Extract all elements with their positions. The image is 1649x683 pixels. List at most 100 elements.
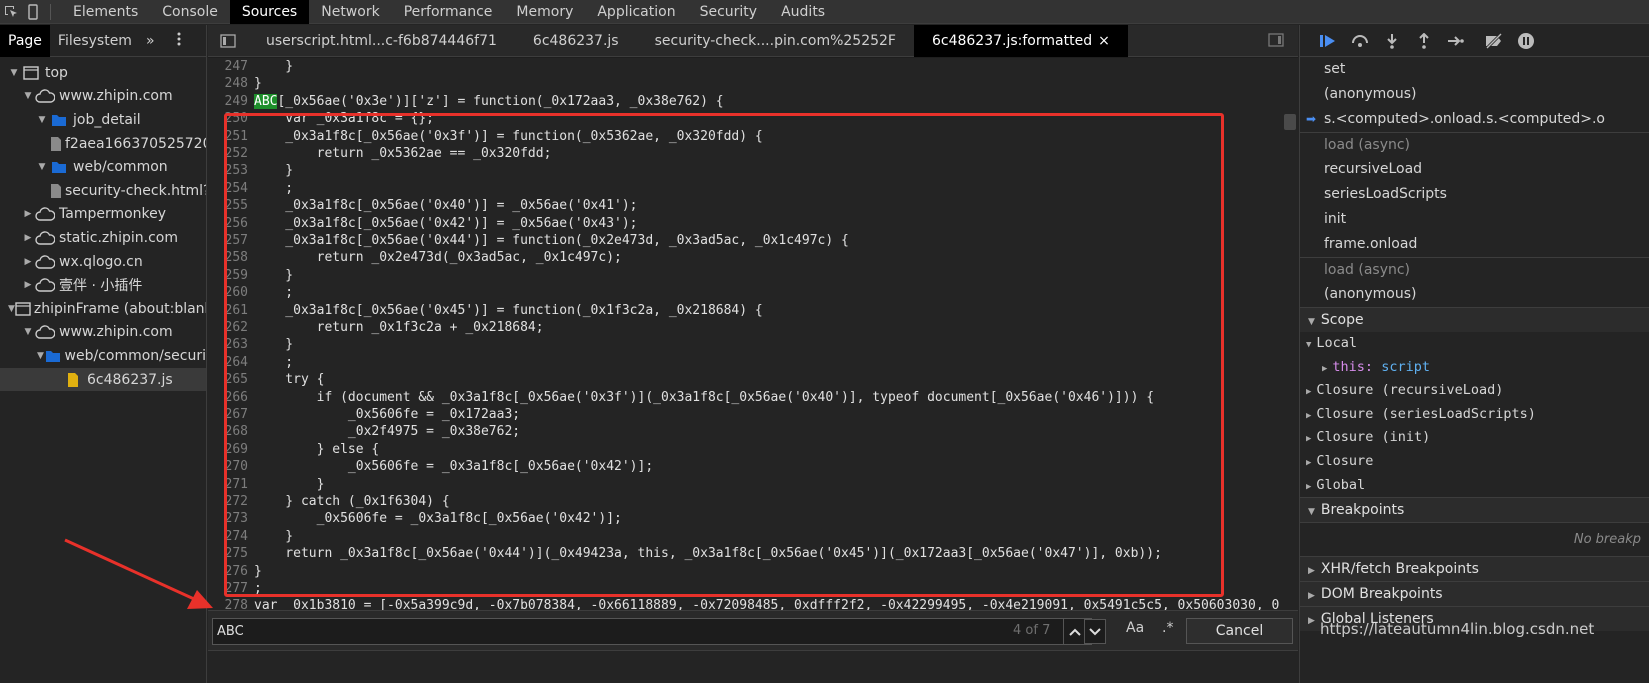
cancel-button[interactable]: Cancel bbox=[1186, 618, 1293, 644]
line-number[interactable]: 275 bbox=[208, 545, 248, 562]
tab-console[interactable]: Console bbox=[150, 0, 230, 24]
call-frame[interactable]: frame.onload bbox=[1300, 232, 1649, 257]
line-number[interactable]: 264 bbox=[208, 354, 248, 371]
call-frame[interactable]: set bbox=[1300, 57, 1649, 82]
tree-item[interactable]: ▼ top bbox=[0, 61, 206, 85]
line-number[interactable]: 259 bbox=[208, 267, 248, 284]
tree-item[interactable]: 6c486237.js bbox=[0, 367, 206, 392]
line-number[interactable]: 249 bbox=[208, 93, 248, 110]
line-number[interactable]: 262 bbox=[208, 319, 248, 336]
tab-filesystem[interactable]: Filesystem bbox=[50, 25, 140, 57]
step-out-icon[interactable] bbox=[1408, 27, 1440, 55]
tree-item[interactable]: ▼ www.zhipin.com bbox=[0, 85, 206, 109]
expanded-triangle-icon[interactable]: ▼ bbox=[36, 115, 48, 125]
scope-section-header[interactable]: ▼ Scope bbox=[1300, 307, 1649, 332]
line-number[interactable]: 251 bbox=[208, 128, 248, 145]
tree-item[interactable]: ▼ zhipinFrame (about:blank bbox=[0, 297, 206, 321]
editor-file-tab[interactable]: userscript.html...c-f6b874446f71 bbox=[248, 25, 515, 57]
line-number[interactable]: 265 bbox=[208, 371, 248, 388]
line-number[interactable]: 269 bbox=[208, 441, 248, 458]
resume-icon[interactable] bbox=[1312, 27, 1344, 55]
step-into-icon[interactable] bbox=[1376, 27, 1408, 55]
kebab-menu-icon[interactable] bbox=[177, 32, 181, 50]
line-number[interactable]: 261 bbox=[208, 302, 248, 319]
tab-memory[interactable]: Memory bbox=[504, 0, 585, 24]
line-number[interactable]: 258 bbox=[208, 249, 248, 266]
line-number[interactable]: 272 bbox=[208, 493, 248, 510]
tree-item[interactable]: ▶ wx.qlogo.cn bbox=[0, 250, 206, 274]
tab-application[interactable]: Application bbox=[585, 0, 687, 24]
previous-match-button[interactable] bbox=[1063, 619, 1085, 644]
vertical-scrollbar-thumb[interactable] bbox=[1284, 114, 1296, 130]
scope-closure[interactable]: ▶ Closure (init) bbox=[1300, 426, 1649, 450]
call-frame[interactable]: seriesLoadScripts bbox=[1300, 182, 1649, 207]
line-number[interactable]: 270 bbox=[208, 458, 248, 475]
line-number[interactable]: 278 bbox=[208, 597, 248, 610]
tab-network[interactable]: Network bbox=[309, 0, 391, 24]
scope-local[interactable]: ▼ Local bbox=[1300, 332, 1649, 356]
tab-sources[interactable]: Sources bbox=[229, 0, 310, 24]
dom-breakpoints-section-header[interactable]: ▶ DOM Breakpoints bbox=[1300, 581, 1649, 607]
line-number[interactable]: 254 bbox=[208, 180, 248, 197]
tab-page[interactable]: Page bbox=[0, 25, 50, 57]
call-frame[interactable]: ➡ s.<computed>.onload.s.<computed>.o bbox=[1300, 107, 1649, 132]
scope-closure[interactable]: ▶ Closure bbox=[1300, 450, 1649, 474]
line-number[interactable]: 260 bbox=[208, 284, 248, 301]
call-frame[interactable]: init bbox=[1300, 207, 1649, 232]
next-match-chevron-icon[interactable] bbox=[1084, 619, 1106, 644]
expanded-triangle-icon[interactable]: ▼ bbox=[8, 68, 20, 78]
scope-this-row[interactable]: ▶ this: script bbox=[1300, 356, 1649, 380]
line-number[interactable]: 266 bbox=[208, 389, 248, 406]
call-frame[interactable]: recursiveLoad bbox=[1300, 157, 1649, 182]
line-number[interactable]: 276 bbox=[208, 563, 248, 580]
close-tab-icon[interactable]: × bbox=[1098, 33, 1110, 49]
tab-security[interactable]: Security bbox=[688, 0, 770, 24]
tree-item[interactable]: ▶ Tampermonkey bbox=[0, 203, 206, 227]
collapsed-triangle-icon[interactable]: ▶ bbox=[22, 209, 34, 219]
line-number[interactable]: 263 bbox=[208, 336, 248, 353]
editor-file-tab[interactable]: 6c486237.js:formatted × bbox=[913, 24, 1128, 57]
tree-item[interactable]: ▼ web/common/securi bbox=[0, 344, 206, 368]
line-number[interactable]: 256 bbox=[208, 215, 248, 232]
toggle-navigator-icon[interactable] bbox=[208, 33, 248, 48]
expanded-triangle-icon[interactable]: ▼ bbox=[8, 304, 15, 314]
xhr-breakpoints-section-header[interactable]: ▶ XHR/fetch Breakpoints bbox=[1300, 556, 1649, 582]
code-view[interactable]: 247 } 248} 249 ABC[_0x56ae('0x3e')]['z'] = … bbox=[208, 58, 1298, 610]
editor-file-tab[interactable]: security-check....pin.com%25252F bbox=[637, 25, 914, 57]
tree-item[interactable]: ▶ static.zhipin.com bbox=[0, 226, 206, 250]
expanded-triangle-icon[interactable]: ▼ bbox=[36, 351, 45, 361]
regex-button[interactable]: .* bbox=[1162, 620, 1173, 636]
expanded-triangle-icon[interactable]: ▼ bbox=[22, 91, 34, 101]
tree-item[interactable]: security-check.html?s bbox=[0, 179, 206, 203]
tab-elements[interactable]: Elements bbox=[61, 0, 150, 24]
call-frame[interactable]: (anonymous) bbox=[1300, 82, 1649, 107]
search-input[interactable] bbox=[217, 619, 817, 644]
scope-global[interactable]: ▶ Global bbox=[1300, 474, 1649, 498]
breakpoints-section-header[interactable]: ▼ Breakpoints bbox=[1300, 497, 1649, 523]
more-tabs-button[interactable]: » bbox=[140, 25, 161, 57]
line-number[interactable]: 250 bbox=[208, 110, 248, 127]
tab-performance[interactable]: Performance bbox=[392, 0, 505, 24]
line-number[interactable]: 255 bbox=[208, 197, 248, 214]
line-number[interactable]: 248 bbox=[208, 75, 248, 92]
line-number[interactable]: 252 bbox=[208, 145, 248, 162]
toggle-debugger-icon[interactable] bbox=[1268, 33, 1284, 51]
scope-closure[interactable]: ▶ Closure (seriesLoadScripts) bbox=[1300, 403, 1649, 427]
tree-item[interactable]: ▼ job_detail bbox=[0, 108, 206, 132]
editor-file-tab[interactable]: 6c486237.js bbox=[515, 25, 637, 57]
line-number[interactable]: 268 bbox=[208, 423, 248, 440]
scope-closure[interactable]: ▶ Closure (recursiveLoad) bbox=[1300, 379, 1649, 403]
collapsed-triangle-icon[interactable]: ▶ bbox=[22, 233, 34, 243]
tab-audits[interactable]: Audits bbox=[769, 0, 837, 24]
line-number[interactable]: 277 bbox=[208, 580, 248, 597]
pause-on-exceptions-icon[interactable] bbox=[1510, 27, 1542, 55]
device-toolbar-icon[interactable] bbox=[22, 1, 44, 23]
deactivate-breakpoints-icon[interactable] bbox=[1478, 27, 1510, 55]
call-frame[interactable]: (anonymous) bbox=[1300, 282, 1649, 307]
line-number[interactable]: 271 bbox=[208, 476, 248, 493]
tree-item[interactable]: ▼ www.zhipin.com bbox=[0, 321, 206, 345]
tree-item[interactable]: ▶ 壹伴 · 小插件 bbox=[0, 273, 206, 297]
collapsed-triangle-icon[interactable]: ▶ bbox=[22, 257, 34, 267]
line-number[interactable]: 247 bbox=[208, 58, 248, 75]
tree-item[interactable]: ▼ web/common bbox=[0, 155, 206, 179]
